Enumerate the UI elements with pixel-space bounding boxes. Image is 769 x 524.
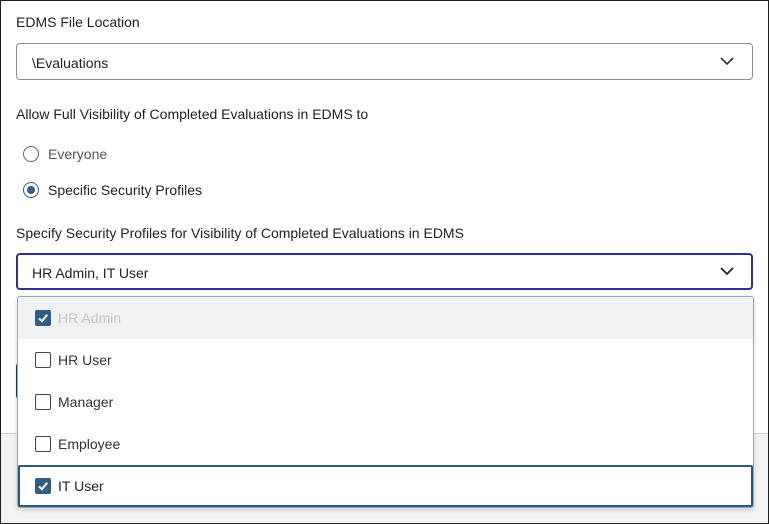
profiles-select-value: HR Admin, IT User: [32, 265, 149, 281]
checkbox-unchecked[interactable]: [35, 394, 51, 410]
edms-location-value: \Evaluations: [32, 55, 109, 71]
option-label-employee: Employee: [58, 436, 121, 452]
checkbox-checked[interactable]: [35, 310, 51, 326]
profiles-label: Specify Security Profiles for Visibility…: [16, 225, 464, 241]
dropdown-option-employee[interactable]: Employee: [18, 423, 753, 465]
profiles-dropdown-list: HR Admin HR User Manager Employee IT Use…: [17, 296, 754, 508]
chevron-down-icon: [720, 57, 734, 66]
radio-button-selected[interactable]: [23, 182, 39, 198]
radio-label-everyone: Everyone: [48, 146, 108, 162]
checkmark-icon: [38, 314, 48, 323]
visibility-label: Allow Full Visibility of Completed Evalu…: [16, 106, 369, 122]
checkmark-icon: [38, 482, 48, 491]
radio-label-specific-profiles: Specific Security Profiles: [48, 182, 203, 198]
profiles-select[interactable]: HR Admin, IT User: [16, 253, 753, 290]
chevron-down-icon: [720, 267, 734, 276]
checkbox-checked[interactable]: [35, 478, 51, 494]
checkbox-unchecked[interactable]: [35, 352, 51, 368]
edms-location-label: EDMS File Location: [16, 14, 140, 30]
dropdown-option-it-user[interactable]: IT User: [18, 465, 753, 507]
option-label-manager: Manager: [58, 394, 114, 410]
dropdown-option-hr-admin[interactable]: HR Admin: [18, 297, 753, 339]
option-label-it-user: IT User: [58, 478, 104, 494]
radio-button[interactable]: [23, 146, 39, 162]
dropdown-option-hr-user[interactable]: HR User: [18, 339, 753, 381]
settings-panel: EDMS File Location \Evaluations Allow Fu…: [0, 0, 769, 524]
checkbox-unchecked[interactable]: [35, 436, 51, 452]
option-label-hr-admin: HR Admin: [58, 310, 122, 326]
edms-location-select[interactable]: \Evaluations: [16, 43, 753, 80]
option-label-hr-user: HR User: [58, 352, 112, 368]
dropdown-option-manager[interactable]: Manager: [18, 381, 753, 423]
